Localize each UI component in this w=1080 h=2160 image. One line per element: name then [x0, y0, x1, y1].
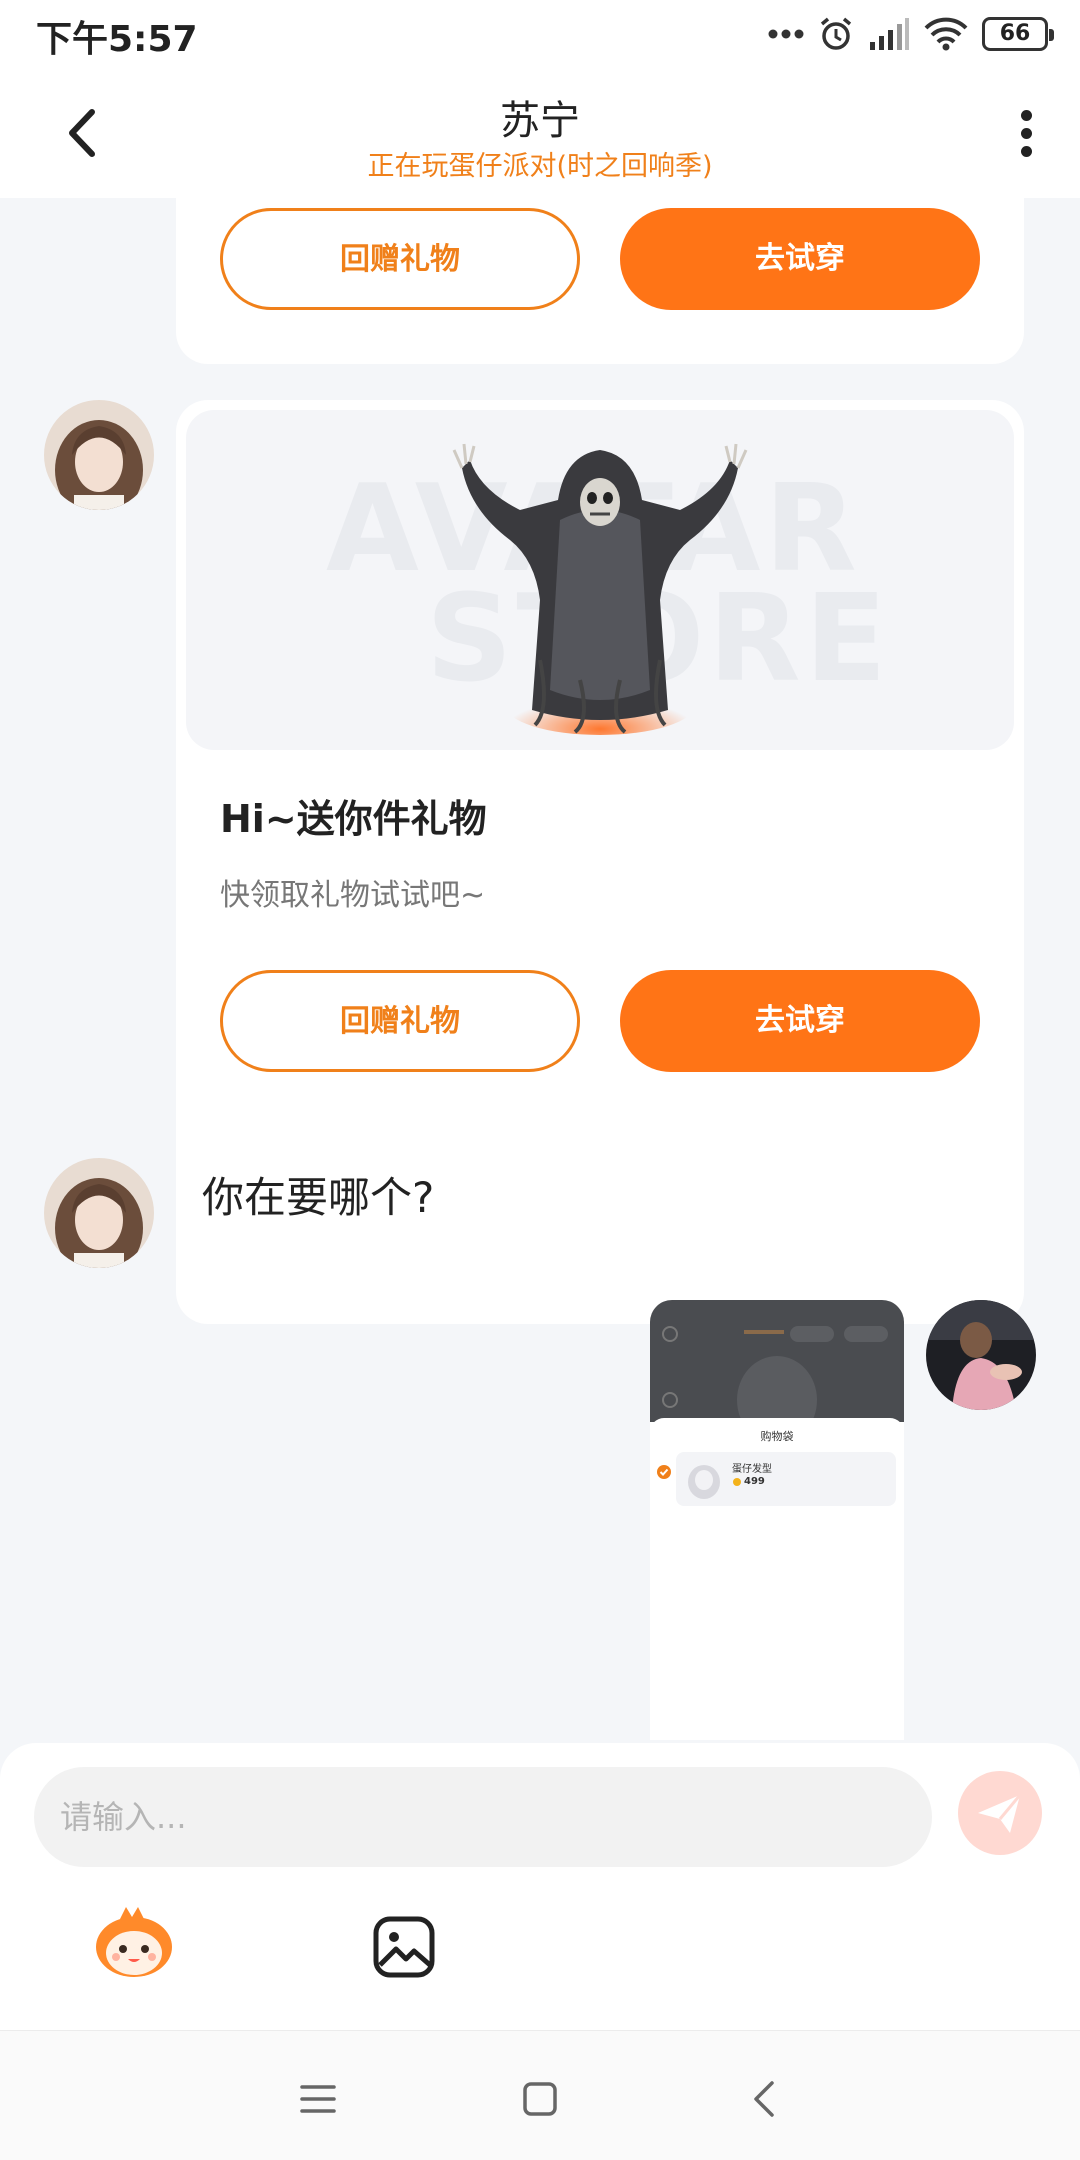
- item-price: 499: [744, 1476, 765, 1487]
- screenshot-sheet: 购物袋 蛋仔发型 499: [650, 1418, 904, 1740]
- try-on-button[interactable]: 去试穿: [620, 970, 980, 1072]
- alarm-icon: [820, 17, 852, 50]
- wifi-icon: [924, 17, 968, 51]
- nav-back-button[interactable]: [736, 2069, 796, 2129]
- menu-icon: [300, 2085, 336, 2113]
- avatar-photo: [44, 1158, 154, 1268]
- try-on-button[interactable]: 去试穿: [620, 208, 980, 310]
- input-panel: [0, 1743, 1080, 2030]
- my-avatar[interactable]: [926, 1300, 1036, 1410]
- return-gift-button[interactable]: 回赠礼物: [220, 970, 580, 1072]
- chat-screen: 下午5:57 66 苏宁 正在玩蛋仔派对(时之回响季) 回赠礼物 去试穿 Hi~…: [0, 0, 1080, 2160]
- more-vertical-icon: [1020, 110, 1032, 121]
- back-icon: [754, 2081, 774, 2117]
- message-list[interactable]: 回赠礼物 去试穿 AVATAR STORE: [0, 198, 1080, 1743]
- cart-item: 蛋仔发型 499: [676, 1452, 896, 1506]
- item-name: 蛋仔发型: [732, 1464, 772, 1475]
- return-gift-button[interactable]: 回赠礼物: [220, 208, 580, 310]
- screenshot-top: [650, 1300, 904, 1444]
- text-message-bubble[interactable]: 你在要哪个?: [176, 1158, 461, 1238]
- message-input[interactable]: [34, 1767, 932, 1867]
- gift-card-previous: 回赠礼物 去试穿: [176, 198, 1024, 364]
- menu-button[interactable]: [288, 2069, 348, 2129]
- signal-icon: [870, 18, 909, 50]
- more-dots-icon: [768, 29, 804, 39]
- status-icons: 66: [768, 12, 1054, 56]
- sender-avatar[interactable]: [44, 400, 154, 510]
- home-square-icon: [523, 2082, 557, 2116]
- battery-icon: 66: [982, 17, 1054, 51]
- gift-title: Hi~送你件礼物: [220, 797, 487, 841]
- status-time: 下午5:57: [36, 19, 198, 60]
- sheet-title: 购物袋: [760, 1430, 794, 1443]
- home-button[interactable]: [510, 2069, 570, 2129]
- avatar-photo: [44, 400, 154, 510]
- coin-icon: [733, 1478, 741, 1486]
- gift-description: 快领取礼物试试吧~: [220, 878, 486, 913]
- sender-avatar[interactable]: [44, 1158, 154, 1268]
- contact-name: 苏宁: [500, 98, 580, 144]
- status-bar: 下午5:57 66: [0, 0, 1080, 70]
- more-options-button[interactable]: [1006, 104, 1046, 164]
- contact-status[interactable]: 正在玩蛋仔派对(时之回响季): [0, 144, 1080, 183]
- avatar-photo: [926, 1300, 1036, 1410]
- eggy-mascot-icon: [96, 1907, 172, 1977]
- check-icon: [657, 1465, 671, 1479]
- send-button[interactable]: [958, 1771, 1042, 1855]
- chat-header: 苏宁 正在玩蛋仔派对(时之回响季): [0, 70, 1080, 198]
- system-nav-bar: [0, 2030, 1080, 2160]
- grim-reaper-image: [452, 443, 748, 735]
- image-message[interactable]: 购物袋 蛋仔发型 499: [650, 1300, 904, 1740]
- image-icon: [373, 1916, 435, 1978]
- send-icon: [978, 1794, 1022, 1833]
- eggy-mascot-button[interactable]: [92, 1905, 176, 1979]
- gift-image[interactable]: AVATAR STORE: [186, 410, 1014, 750]
- image-picker-button[interactable]: [372, 1915, 436, 1979]
